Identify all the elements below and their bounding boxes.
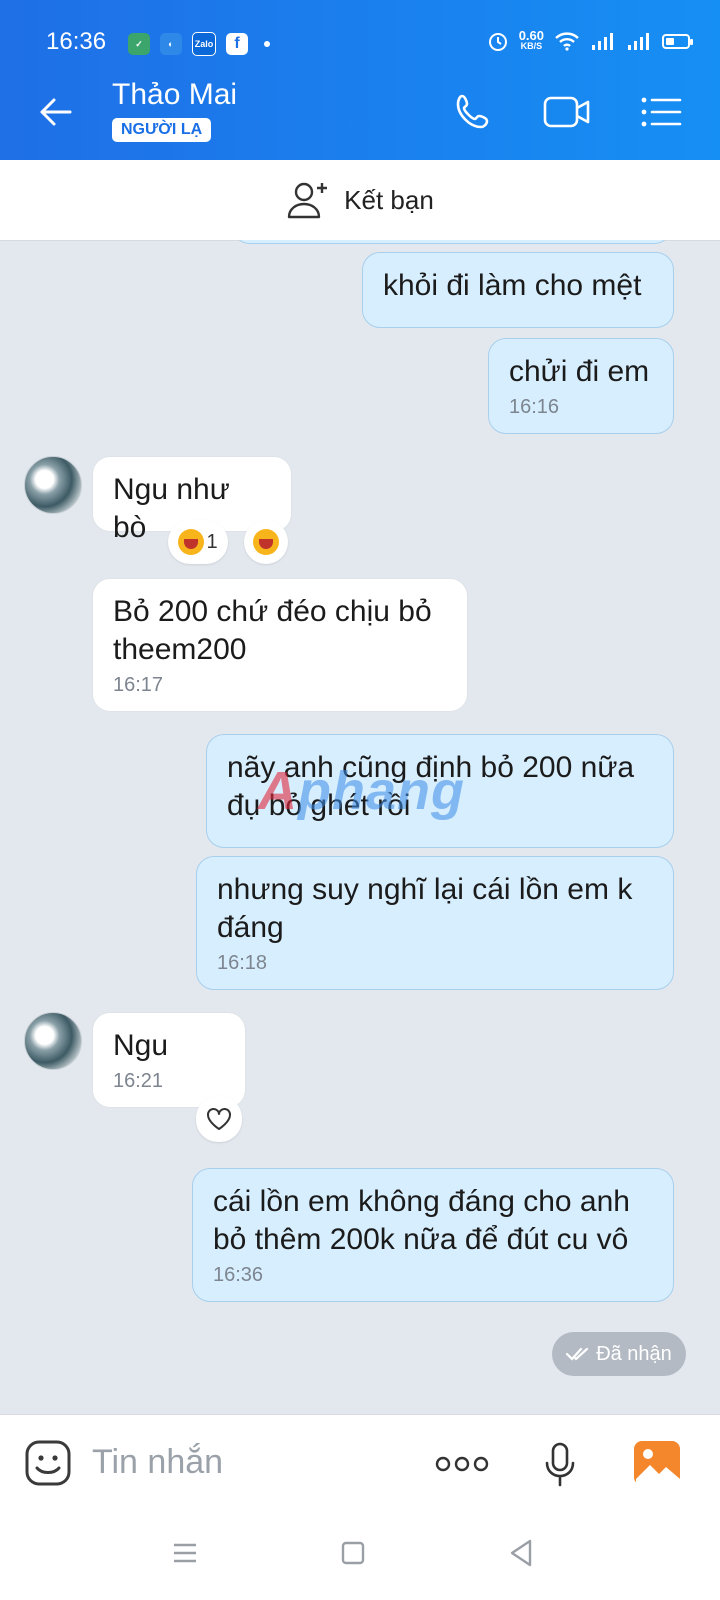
task-icon: ✓: [128, 33, 150, 55]
message-input[interactable]: Tin nhắn: [92, 1443, 223, 1482]
recent-apps-icon[interactable]: [172, 1542, 198, 1564]
image-gallery-icon[interactable]: [632, 1439, 682, 1487]
microphone-icon[interactable]: [544, 1441, 576, 1489]
video-call-icon[interactable]: [542, 90, 592, 134]
wifi-icon: [555, 32, 579, 51]
stranger-badge: NGƯỜI LẠ: [112, 118, 212, 142]
message-time: 16:18: [217, 952, 268, 974]
add-reaction-button[interactable]: [244, 520, 288, 564]
message-bubble[interactable]: khỏi đi làm cho mệt: [362, 252, 674, 328]
message-text: cái lồn em không đáng cho anh bỏ thêm 20…: [213, 1185, 630, 1256]
reaction-summary[interactable]: 1: [168, 520, 228, 564]
add-person-icon: [287, 182, 328, 219]
react-heart-button[interactable]: [196, 1096, 242, 1142]
zalo-icon: Zalo: [192, 32, 216, 56]
contact-name[interactable]: Thảo Mai: [112, 78, 237, 112]
message-time: 16:17: [113, 674, 164, 696]
message-text: nhưng suy nghĩ lại cái lồn em k đáng: [217, 873, 633, 944]
sticker-emoji-icon[interactable]: [24, 1439, 72, 1487]
signal-icon-1: [592, 33, 613, 50]
message-text: Ngu: [113, 1029, 169, 1062]
message-time: 16:21: [113, 1070, 164, 1092]
reaction-count: 1: [206, 530, 218, 553]
message-bubble[interactable]: Ngu 16:21: [92, 1012, 246, 1108]
watermark-logo: Aphang: [258, 761, 465, 821]
home-icon[interactable]: [340, 1540, 366, 1566]
chat-header: Thảo Mai NGƯỜI LẠ: [0, 64, 720, 160]
browser-icon: ◐: [160, 33, 182, 55]
facebook-icon: f: [226, 33, 248, 55]
heart-icon: [207, 1108, 231, 1130]
status-bar: 16:36 ✓ ◐ Zalo f 0.60 KB/S: [0, 0, 720, 64]
phone-icon[interactable]: [452, 90, 498, 134]
notification-icons: ✓ ◐ Zalo f: [128, 32, 270, 56]
message-text: khỏi đi làm cho mệt: [383, 269, 642, 302]
contact-avatar[interactable]: [24, 456, 82, 514]
laugh-emoji-icon: [253, 529, 279, 555]
net-speed: 0.60 KB/S: [518, 28, 544, 51]
message-time: 16:16: [509, 396, 560, 418]
add-friend-label: Kết bạn: [344, 184, 434, 215]
more-notifications-icon: [264, 41, 270, 47]
message-bubble[interactable]: chửi đi em 16:16: [488, 338, 674, 434]
message-bubble[interactable]: Bỏ 200 chứ đéo chịu bỏ theem200 16:17: [92, 578, 468, 712]
more-options-icon[interactable]: [434, 1455, 490, 1473]
message-list[interactable]: khỏi đi làm cho mệt chửi đi em 16:16 Ngu…: [0, 240, 720, 1414]
double-check-icon: [566, 1347, 589, 1361]
message-time: 16:36: [213, 1264, 264, 1286]
menu-list-icon[interactable]: [638, 90, 684, 134]
message-bubble[interactable]: cái lồn em không đáng cho anh bỏ thêm 20…: [192, 1168, 674, 1302]
system-nav-bar: [0, 1512, 720, 1600]
signal-icon-2: [628, 33, 649, 50]
battery-icon: [662, 33, 693, 49]
alarm-icon: [488, 33, 507, 51]
message-bubble-partial: [232, 240, 672, 244]
message-input-bar: Tin nhắn: [0, 1414, 720, 1513]
nav-back-icon[interactable]: [508, 1538, 534, 1568]
message-text: Bỏ 200 chứ đéo chịu bỏ theem200: [113, 595, 432, 666]
message-bubble[interactable]: nhưng suy nghĩ lại cái lồn em k đáng 16:…: [196, 856, 674, 990]
status-right: 0.60 KB/S: [487, 28, 693, 52]
status-time: 16:36: [46, 28, 107, 55]
add-friend-button[interactable]: Kết bạn: [0, 160, 720, 241]
back-arrow-icon[interactable]: [36, 92, 76, 132]
delivery-status: Đã nhận: [552, 1332, 686, 1376]
laugh-emoji-icon: [178, 529, 205, 555]
message-text: chửi đi em: [509, 355, 650, 388]
delivery-status-label: Đã nhận: [596, 1342, 672, 1365]
contact-avatar[interactable]: [24, 1012, 82, 1070]
